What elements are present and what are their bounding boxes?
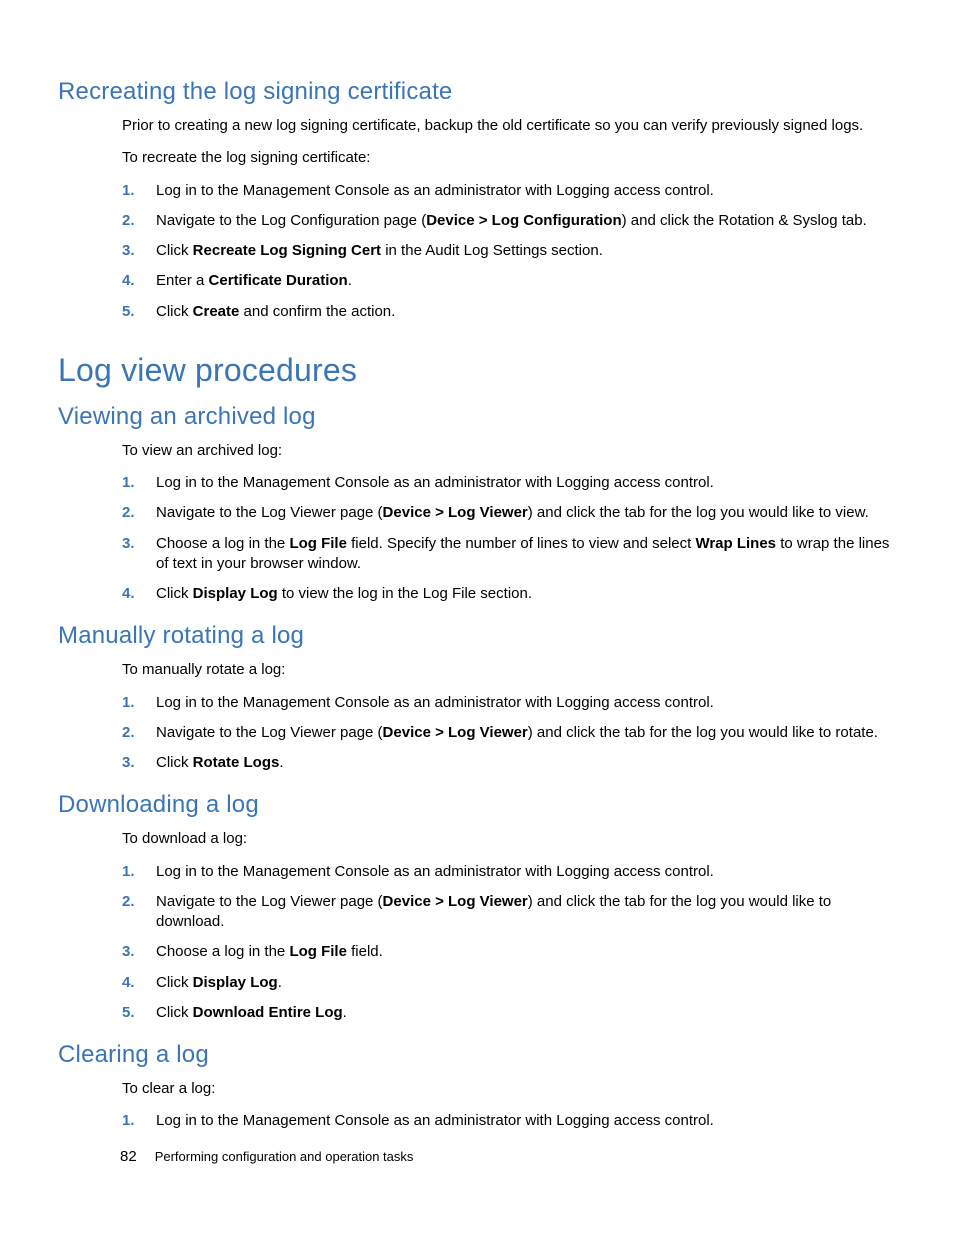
heading-clearing-log: Clearing a log: [58, 1041, 894, 1069]
step-text: Log in to the Management Console as an a…: [156, 182, 714, 199]
ordered-list: 1. Log in to the Management Console as an…: [58, 181, 894, 322]
list-item: 2. Navigate to the Log Viewer page (Devic…: [122, 723, 894, 743]
list-item: 3. Choose a log in the Log File field. Sp…: [122, 534, 894, 575]
list-item: 1. Log in to the Management Console as an…: [122, 181, 894, 201]
list-item: 4. Click Display Log.: [122, 973, 894, 993]
list-item: 2. Navigate to the Log Configuration page…: [122, 211, 894, 231]
heading-downloading-log: Downloading a log: [58, 791, 894, 819]
step-number: 3.: [122, 753, 135, 773]
paragraph: To download a log:: [58, 829, 894, 849]
list-item: 1. Log in to the Management Console as an…: [122, 473, 894, 493]
step-number: 1.: [122, 181, 135, 201]
step-number: 3.: [122, 534, 135, 554]
step-text: Log in to the Management Console as an a…: [156, 694, 714, 711]
list-item: 3. Choose a log in the Log File field.: [122, 942, 894, 962]
step-number: 3.: [122, 241, 135, 261]
heading-recreating-log-signing-cert: Recreating the log signing certificate: [58, 78, 894, 106]
step-text: Click Display Log.: [156, 974, 282, 991]
list-item: 3. Click Rotate Logs.: [122, 753, 894, 773]
step-number: 2.: [122, 723, 135, 743]
step-number: 1.: [122, 862, 135, 882]
list-item: 5. Click Download Entire Log.: [122, 1003, 894, 1023]
step-number: 2.: [122, 892, 135, 912]
step-number: 2.: [122, 211, 135, 231]
paragraph: To manually rotate a log:: [58, 660, 894, 680]
step-number: 3.: [122, 942, 135, 962]
ordered-list: 1. Log in to the Management Console as an…: [58, 862, 894, 1024]
step-text: Click Recreate Log Signing Cert in the A…: [156, 242, 603, 259]
footer-title: Performing configuration and operation t…: [155, 1149, 414, 1164]
step-text: Enter a Certificate Duration.: [156, 272, 352, 289]
list-item: 4. Click Display Log to view the log in t…: [122, 584, 894, 604]
list-item: 1. Log in to the Management Console as an…: [122, 862, 894, 882]
page-number: 82: [120, 1148, 137, 1165]
step-text: Navigate to the Log Viewer page (Device …: [156, 893, 831, 930]
step-number: 4.: [122, 584, 135, 604]
step-text: Navigate to the Log Viewer page (Device …: [156, 724, 878, 741]
heading-manually-rotating-log: Manually rotating a log: [58, 622, 894, 650]
paragraph: To recreate the log signing certificate:: [58, 148, 894, 168]
document-page: Recreating the log signing certificate P…: [0, 0, 954, 1235]
step-text: Choose a log in the Log File field.: [156, 943, 383, 960]
list-item: 2. Navigate to the Log Viewer page (Devic…: [122, 892, 894, 933]
list-item: 5. Click Create and confirm the action.: [122, 302, 894, 322]
ordered-list: 1. Log in to the Management Console as an…: [58, 473, 894, 604]
step-number: 4.: [122, 973, 135, 993]
step-text: Log in to the Management Console as an a…: [156, 863, 714, 880]
step-number: 5.: [122, 302, 135, 322]
list-item: 4. Enter a Certificate Duration.: [122, 271, 894, 291]
step-text: Click Download Entire Log.: [156, 1004, 347, 1021]
step-text: Click Create and confirm the action.: [156, 303, 395, 320]
step-number: 4.: [122, 271, 135, 291]
heading-log-view-procedures: Log view procedures: [58, 352, 894, 389]
step-number: 5.: [122, 1003, 135, 1023]
step-text: Click Rotate Logs.: [156, 754, 284, 771]
step-text: Click Display Log to view the log in the…: [156, 585, 532, 602]
ordered-list: 1. Log in to the Management Console as an…: [58, 1111, 894, 1131]
step-text: Log in to the Management Console as an a…: [156, 474, 714, 491]
step-number: 1.: [122, 473, 135, 493]
list-item: 3. Click Recreate Log Signing Cert in the…: [122, 241, 894, 261]
step-number: 2.: [122, 503, 135, 523]
ordered-list: 1. Log in to the Management Console as an…: [58, 693, 894, 774]
list-item: 1. Log in to the Management Console as an…: [122, 693, 894, 713]
paragraph: To clear a log:: [58, 1079, 894, 1099]
step-text: Log in to the Management Console as an a…: [156, 1112, 714, 1129]
step-number: 1.: [122, 693, 135, 713]
step-text: Navigate to the Log Configuration page (…: [156, 212, 867, 229]
step-text: Choose a log in the Log File field. Spec…: [156, 535, 889, 572]
page-footer: 82 Performing configuration and operation…: [120, 1148, 413, 1165]
list-item: 2. Navigate to the Log Viewer page (Devic…: [122, 503, 894, 523]
paragraph: To view an archived log:: [58, 441, 894, 461]
list-item: 1. Log in to the Management Console as an…: [122, 1111, 894, 1131]
step-number: 1.: [122, 1111, 135, 1131]
step-text: Navigate to the Log Viewer page (Device …: [156, 504, 869, 521]
paragraph: Prior to creating a new log signing cert…: [58, 116, 894, 136]
heading-viewing-archived-log: Viewing an archived log: [58, 403, 894, 431]
